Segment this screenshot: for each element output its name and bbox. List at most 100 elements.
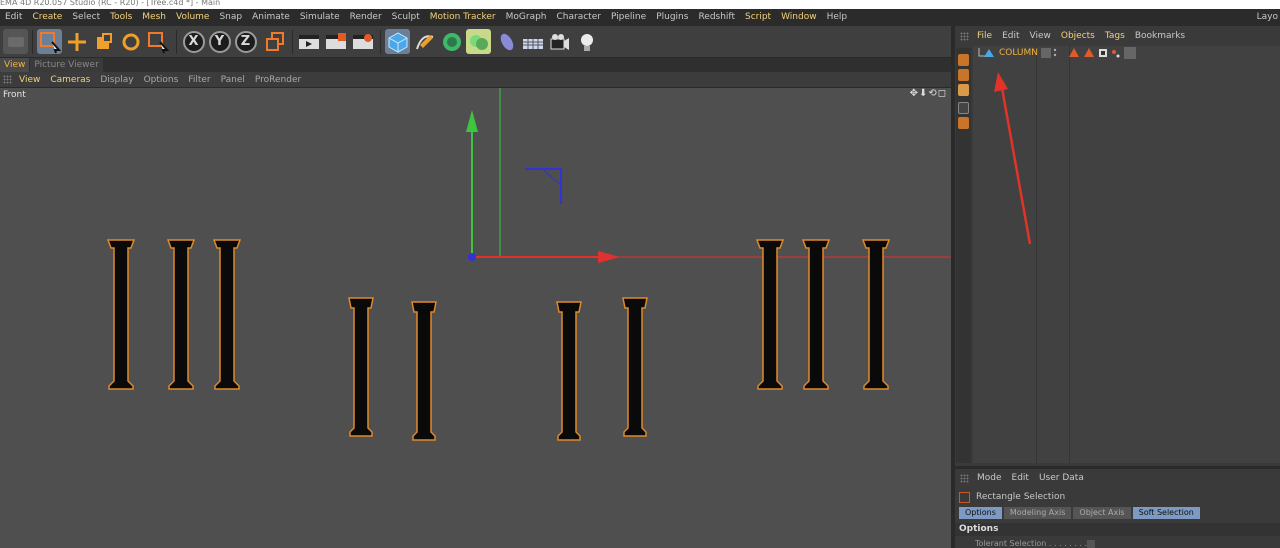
object-row[interactable]: COLUMN <box>973 46 1280 60</box>
menu-motion-tracker[interactable]: Motion Tracker <box>425 9 501 26</box>
object-manager-menubar: File Edit View Objects Tags Bookmarks <box>955 29 1280 44</box>
cube-button[interactable] <box>385 29 410 54</box>
panel-grip[interactable] <box>3 75 12 84</box>
rotate-button[interactable] <box>118 29 143 54</box>
columns-left-group[interactable] <box>106 239 242 390</box>
deformer-icon <box>500 33 513 50</box>
viewport-menu-options[interactable]: Options <box>139 72 184 88</box>
light-button[interactable] <box>574 29 599 54</box>
menu-animate[interactable]: Animate <box>247 9 295 26</box>
viewport-menu-panel[interactable]: Panel <box>216 72 250 88</box>
viewport-menu-filter[interactable]: Filter <box>183 72 215 88</box>
attribute-manager-menubar: Mode Edit User Data <box>955 471 1089 486</box>
last-tool-button[interactable] <box>145 29 170 54</box>
object-manager-menu-tags[interactable]: Tags <box>1100 29 1130 44</box>
coordinate-system-button[interactable] <box>262 29 287 54</box>
menu-script[interactable]: Script <box>740 9 776 26</box>
subdivision-button[interactable] <box>439 29 464 54</box>
attribute-menu-user-data[interactable]: User Data <box>1034 471 1089 486</box>
undo-button[interactable] <box>3 29 28 54</box>
viewport-front[interactable]: Front ✥⬇⟲◻ <box>0 88 951 548</box>
object-tags <box>1041 47 1136 59</box>
last-tool-icon <box>147 31 169 53</box>
menu-help[interactable]: Help <box>822 9 853 26</box>
window-title: EMA 4D R20.057 Studio (RC - R20) - [Tree… <box>0 0 1280 9</box>
z-axis-button[interactable]: Z <box>233 29 258 54</box>
panel-grip[interactable] <box>960 32 969 41</box>
visibility-icon <box>1041 48 1051 58</box>
menu-mograph[interactable]: MoGraph <box>501 9 552 26</box>
panel-grip[interactable] <box>960 474 969 483</box>
menu-volume[interactable]: Volume <box>171 9 214 26</box>
menu-tools[interactable]: Tools <box>105 9 137 26</box>
menu-sculpt[interactable]: Sculpt <box>387 9 425 26</box>
y-axis-button[interactable]: Y <box>207 29 232 54</box>
render-view-button[interactable] <box>296 29 321 54</box>
live-selection-button[interactable] <box>37 29 62 54</box>
object-manager-menu-objects[interactable]: Objects <box>1056 29 1100 44</box>
viewport-menu-display[interactable]: Display <box>95 72 138 88</box>
attribute-menu-mode[interactable]: Mode <box>972 471 1007 486</box>
attribute-tab-modeling-axis[interactable]: Modeling Axis <box>1003 507 1072 519</box>
menu-character[interactable]: Character <box>552 9 606 26</box>
attribute-tab-soft-selection[interactable]: Soft Selection <box>1132 507 1200 519</box>
attribute-menu-edit[interactable]: Edit <box>1007 471 1034 486</box>
menu-window[interactable]: Window <box>776 9 822 26</box>
model-mode-icon[interactable] <box>958 54 969 66</box>
column <box>622 297 648 437</box>
columns-center-left-group[interactable] <box>348 297 437 441</box>
columns-center-right-group[interactable] <box>556 297 648 441</box>
null-object-icon <box>978 48 994 57</box>
attribute-tab-object-axis[interactable]: Object Axis <box>1073 507 1131 519</box>
array-button[interactable] <box>466 29 491 54</box>
camera-button[interactable] <box>547 29 572 54</box>
columns-right-group[interactable] <box>755 239 891 390</box>
move-gizmo[interactable] <box>466 110 620 263</box>
object-manager-menu-edit[interactable]: Edit <box>997 29 1024 44</box>
column <box>861 239 891 390</box>
tolerant-selection-checkbox[interactable] <box>1087 540 1095 548</box>
attribute-tabs: Options Modeling Axis Object Axis Soft Sele… <box>959 507 1202 519</box>
tab-view[interactable]: View <box>0 58 30 72</box>
viewport-menu-view[interactable]: View <box>14 72 45 88</box>
undo-icon <box>7 36 24 47</box>
menu-select[interactable]: Select <box>67 9 105 26</box>
active-tool-line: Rectangle Selection <box>959 490 1065 504</box>
rectangle-selection-icon <box>959 491 970 503</box>
move-button[interactable] <box>64 29 89 54</box>
menu-redshift[interactable]: Redshift <box>693 9 740 26</box>
menu-create[interactable]: Create <box>27 9 67 26</box>
viewport-menu-prorender[interactable]: ProRender <box>250 72 306 88</box>
deformer-button[interactable] <box>494 29 519 54</box>
layout-menu[interactable]: Layo <box>1257 9 1278 26</box>
menu-pipeline[interactable]: Pipeline <box>606 9 651 26</box>
viewport-menu-cameras[interactable]: Cameras <box>45 72 95 88</box>
tab-picture-viewer[interactable]: Picture Viewer <box>30 58 103 72</box>
render-picture-viewer-button[interactable] <box>323 29 348 54</box>
lock-icon[interactable] <box>958 102 969 114</box>
object-name[interactable]: COLUMN <box>999 46 1038 60</box>
column <box>348 297 374 437</box>
floor-icon <box>522 38 543 49</box>
object-manager-menu-bookmarks[interactable]: Bookmarks <box>1130 29 1190 44</box>
render-view-icon <box>298 34 319 49</box>
scale-button[interactable] <box>91 29 116 54</box>
attribute-tab-options[interactable]: Options <box>959 507 1002 519</box>
x-axis-button[interactable]: X <box>181 29 206 54</box>
floor-button[interactable] <box>520 29 545 54</box>
render-settings-button[interactable] <box>350 29 375 54</box>
menu-simulate[interactable]: Simulate <box>295 9 345 26</box>
menu-mesh[interactable]: Mesh <box>137 9 171 26</box>
workplane-mode-icon[interactable] <box>958 84 969 96</box>
object-manager-menu-file[interactable]: File <box>972 29 997 44</box>
menu-render[interactable]: Render <box>345 9 387 26</box>
texture-mode-icon[interactable] <box>958 69 969 81</box>
gizmo-x-arrow <box>598 251 620 263</box>
menu-snap[interactable]: Snap <box>214 9 247 26</box>
snap-icon[interactable] <box>958 117 969 129</box>
menu-edit[interactable]: Edit <box>0 9 27 26</box>
object-list[interactable]: COLUMN <box>973 46 1280 463</box>
pen-spline-button[interactable] <box>412 29 437 54</box>
menu-plugins[interactable]: Plugins <box>651 9 693 26</box>
object-manager-menu-view[interactable]: View <box>1025 29 1056 44</box>
